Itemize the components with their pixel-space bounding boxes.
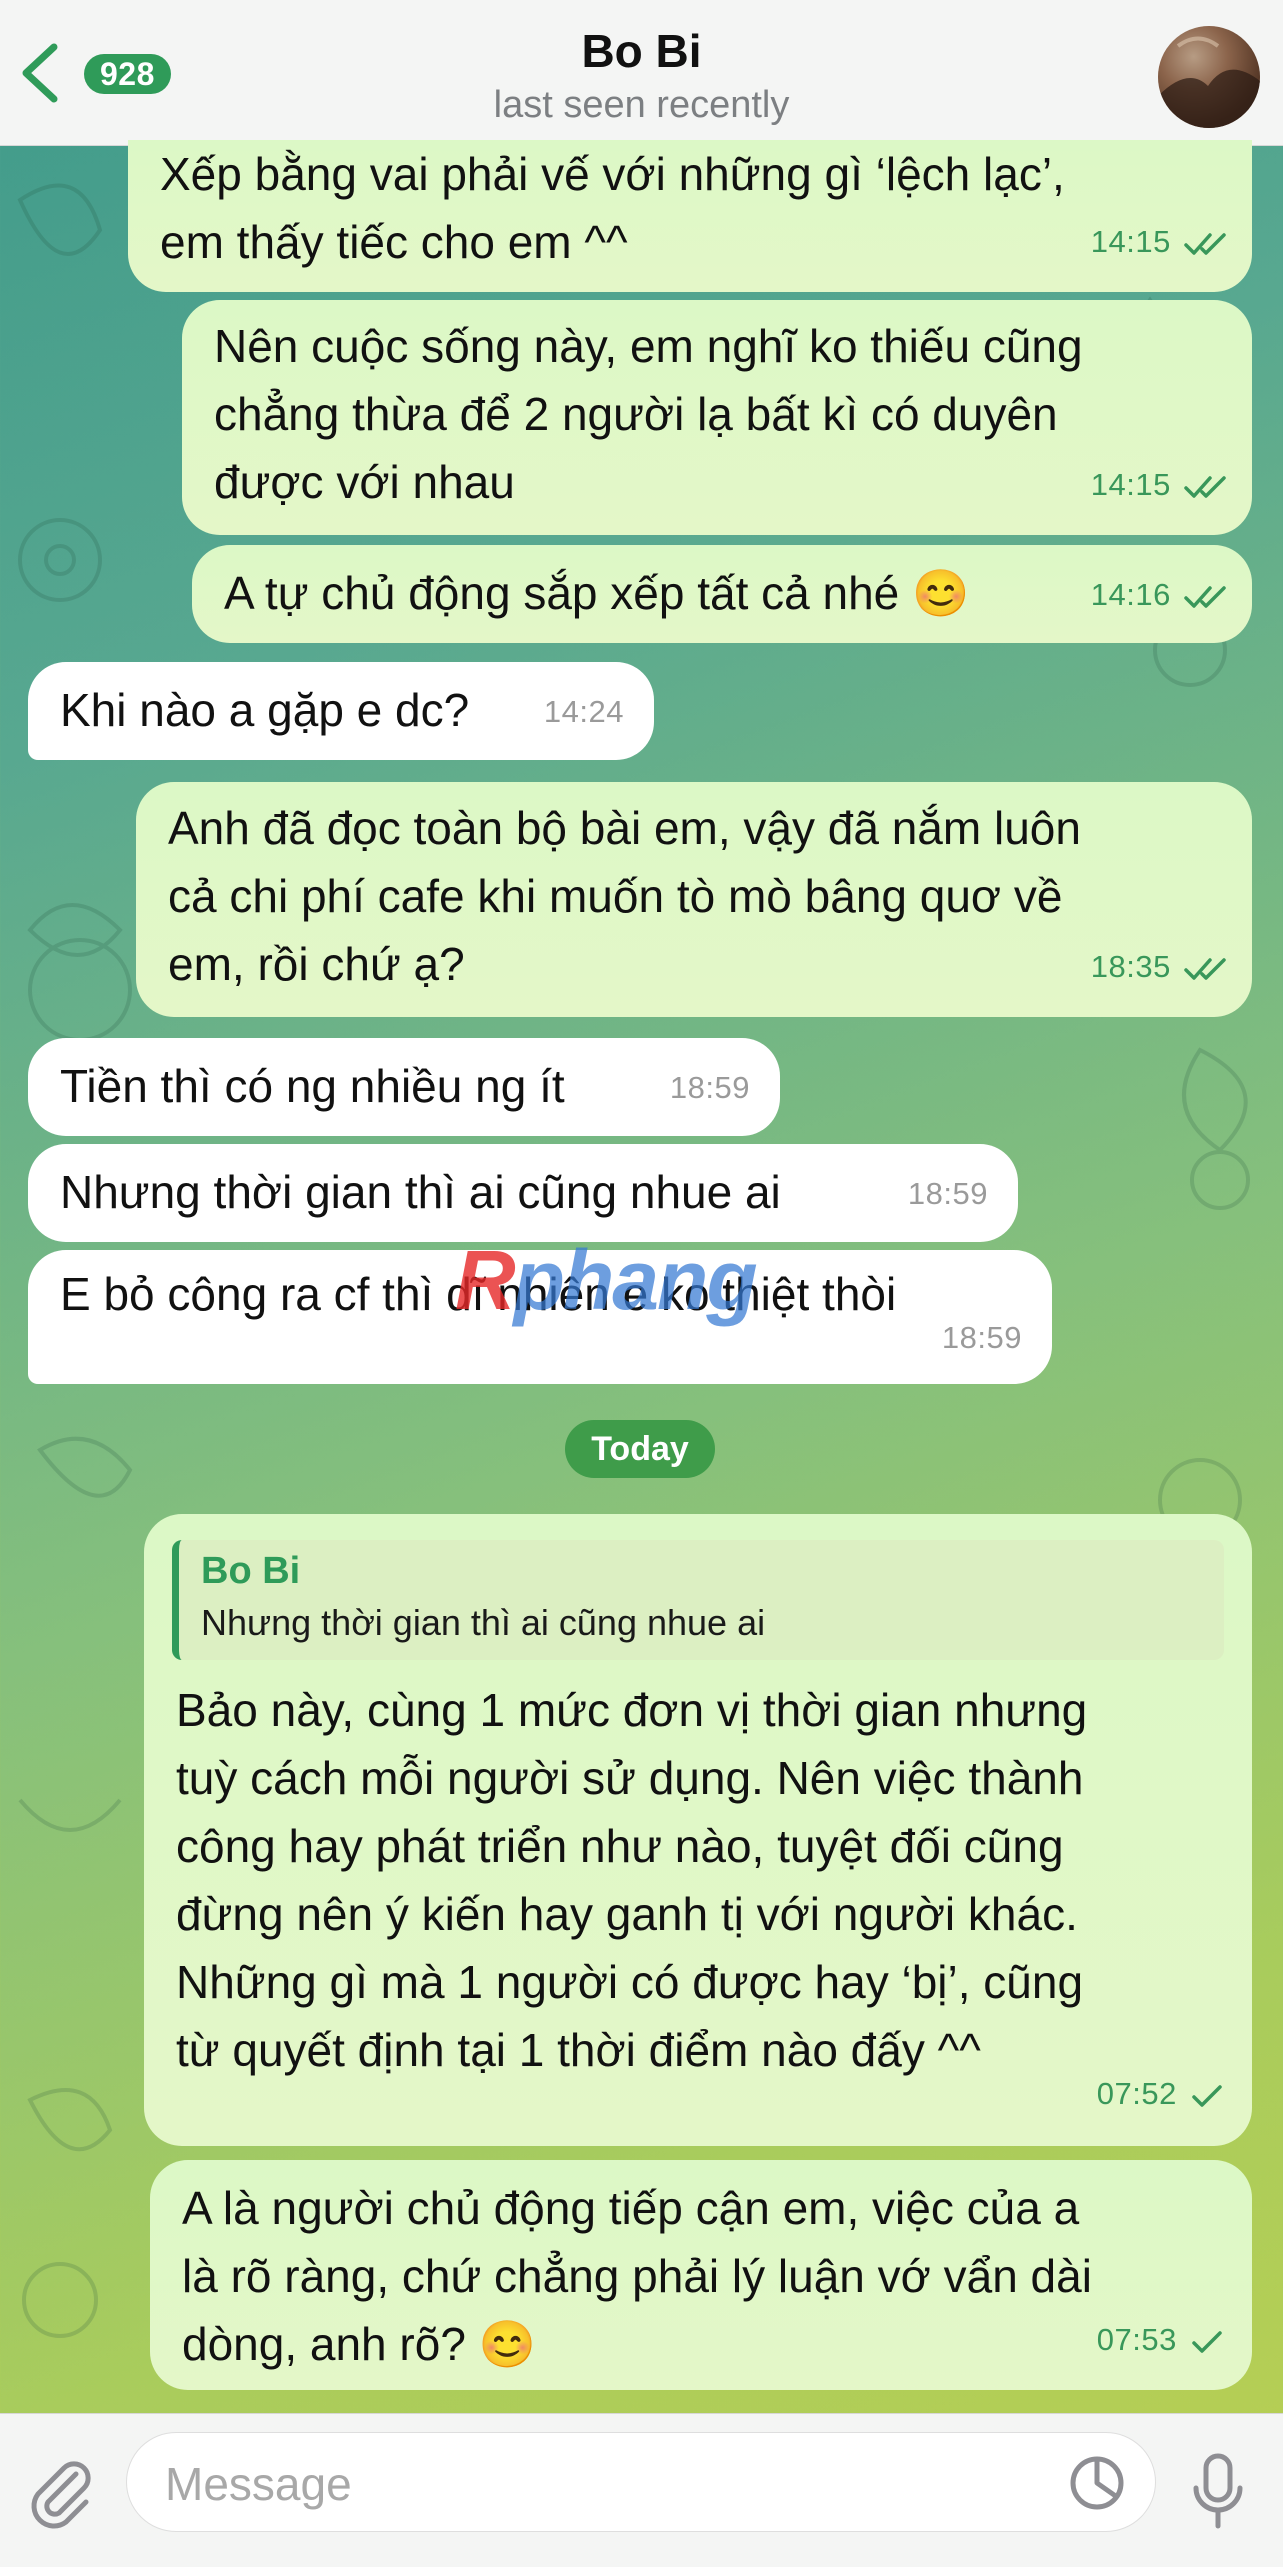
message-meta: 07:53: [1097, 2306, 1224, 2374]
message-time: 14:15: [1090, 224, 1171, 259]
message-bubble-incoming[interactable]: Tiền thì có ng nhiều ng ít 18:59: [28, 1038, 780, 1136]
message-text: Khi nào a gặp e dc?: [60, 684, 470, 736]
last-seen-status: last seen recently: [493, 84, 790, 126]
message-time: 18:59: [669, 1070, 750, 1105]
watermark-logo: Rphang: [455, 1233, 758, 1327]
message-text: A là người chủ động tiếp cận em, việc củ…: [182, 2182, 1092, 2370]
message-bubble-outgoing[interactable]: Anh đã đọc toàn bộ bài em, vậy đã nắm lu…: [136, 782, 1252, 1017]
message-text: Xếp bằng vai phải vế với những gì ‘lệch …: [160, 148, 1065, 268]
microphone-icon[interactable]: [1190, 2452, 1246, 2532]
avatar-photo: [1158, 26, 1260, 128]
message-bubble-incoming[interactable]: Nhưng thời gian thì ai cũng nhue ai 18:5…: [28, 1144, 1018, 1242]
message-input[interactable]: Message: [126, 2432, 1156, 2532]
double-check-icon: [1184, 958, 1226, 980]
message-text: Nên cuộc sống này, em nghĩ ko thiếu cũng…: [214, 320, 1083, 508]
sticker-icon[interactable]: [1067, 2453, 1127, 2513]
message-text: Bảo này, cùng 1 mức đơn vị thời gian như…: [176, 1684, 1088, 2076]
reply-quote[interactable]: Bo Bi Nhưng thời gian thì ai cũng nhue a…: [172, 1540, 1224, 1660]
single-check-icon: [1192, 2085, 1222, 2107]
avatar[interactable]: [1158, 26, 1260, 128]
message-time: 18:59: [907, 1176, 988, 1211]
message-meta: 18:35: [1091, 933, 1230, 1001]
message-bubble-incoming[interactable]: Khi nào a gặp e dc? 14:24: [28, 662, 654, 760]
message-time: 14:16: [1090, 577, 1171, 612]
date-divider: Today: [565, 1420, 715, 1478]
message-time: 18:59: [941, 1320, 1022, 1355]
message-time: 18:35: [1090, 949, 1171, 984]
double-check-icon: [1184, 233, 1226, 255]
message-text: A tự chủ động sắp xếp tất cả nhé 😊: [224, 567, 970, 619]
message-text: Anh đã đọc toàn bộ bài em, vậy đã nắm lu…: [168, 802, 1081, 990]
paperclip-icon[interactable]: [24, 2454, 100, 2530]
single-check-icon: [1192, 2331, 1222, 2353]
double-check-icon: [1184, 586, 1226, 608]
message-time: 07:52: [1096, 2076, 1177, 2111]
chat-header: 928 Bo Bi last seen recently: [0, 0, 1283, 146]
message-time: 14:15: [1090, 467, 1171, 502]
message-composer: Message: [0, 2413, 1283, 2567]
message-bubble-outgoing[interactable]: Nên cuộc sống này, em nghĩ ko thiếu cũng…: [182, 300, 1252, 535]
reply-quote-author: Bo Bi: [201, 1550, 301, 1592]
message-meta: 14:15: [1091, 451, 1230, 519]
message-bubble-outgoing[interactable]: A là người chủ động tiếp cận em, việc củ…: [150, 2160, 1252, 2390]
message-text: Nhưng thời gian thì ai cũng nhue ai: [60, 1166, 781, 1218]
message-bubble-outgoing[interactable]: Xếp bằng vai phải vế với những gì ‘lệch …: [128, 140, 1252, 292]
chat-title[interactable]: Bo Bi: [0, 24, 1283, 78]
reply-quote-text: Nhưng thời gian thì ai cũng nhue ai: [201, 1602, 766, 1643]
message-input-placeholder: Message: [165, 2458, 352, 2510]
message-text: Tiền thì có ng nhiều ng ít: [60, 1060, 565, 1112]
message-time: 14:24: [543, 694, 624, 729]
message-meta: 14:15: [1091, 208, 1230, 276]
message-meta: 14:16: [1091, 561, 1230, 629]
message-time: 07:53: [1096, 2322, 1177, 2357]
message-bubble-outgoing[interactable]: A tự chủ động sắp xếp tất cả nhé 😊 14:16: [192, 545, 1252, 643]
message-meta: 07:52: [1097, 2060, 1224, 2128]
double-check-icon: [1184, 476, 1226, 498]
